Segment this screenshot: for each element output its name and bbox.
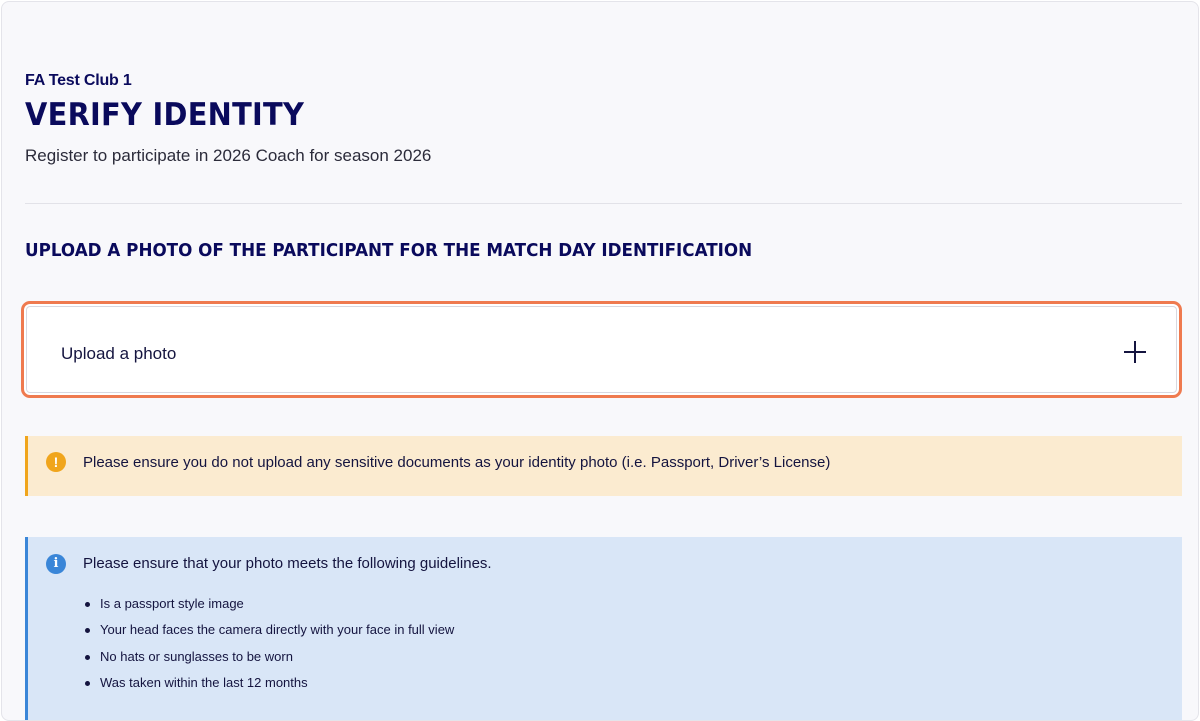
warning-text: Please ensure you do not upload any sens… [83, 454, 831, 471]
list-item: Was taken within the last 12 months [83, 674, 454, 700]
list-item: No hats or sunglasses to be worn [83, 648, 454, 674]
upload-photo-label: Upload a photo [61, 344, 177, 363]
upload-photo-panel: Upload a photo [26, 306, 1177, 393]
club-name: FA Test Club 1 [25, 72, 132, 89]
section-heading: UPLOAD A PHOTO OF THE PARTICIPANT FOR TH… [25, 240, 753, 261]
page-frame: FA Test Club 1 VERIFY IDENTITY Register … [1, 1, 1199, 721]
info-text: Please ensure that your photo meets the … [83, 555, 492, 572]
info-icon: i [46, 554, 66, 574]
divider [25, 203, 1182, 204]
guidelines-list: Is a passport style image Your head face… [83, 595, 454, 700]
page-title: VERIFY IDENTITY [25, 97, 305, 133]
warning-icon: ! [46, 452, 66, 472]
warning-alert: ! Please ensure you do not upload any se… [25, 436, 1182, 496]
info-alert: i Please ensure that your photo meets th… [25, 537, 1182, 720]
plus-icon[interactable] [1124, 341, 1146, 363]
page-subtitle: Register to participate in 2026 Coach fo… [25, 146, 432, 165]
list-item: Is a passport style image [83, 595, 454, 621]
list-item: Your head faces the camera directly with… [83, 621, 454, 647]
upload-photo-button[interactable]: Upload a photo [21, 301, 1182, 398]
